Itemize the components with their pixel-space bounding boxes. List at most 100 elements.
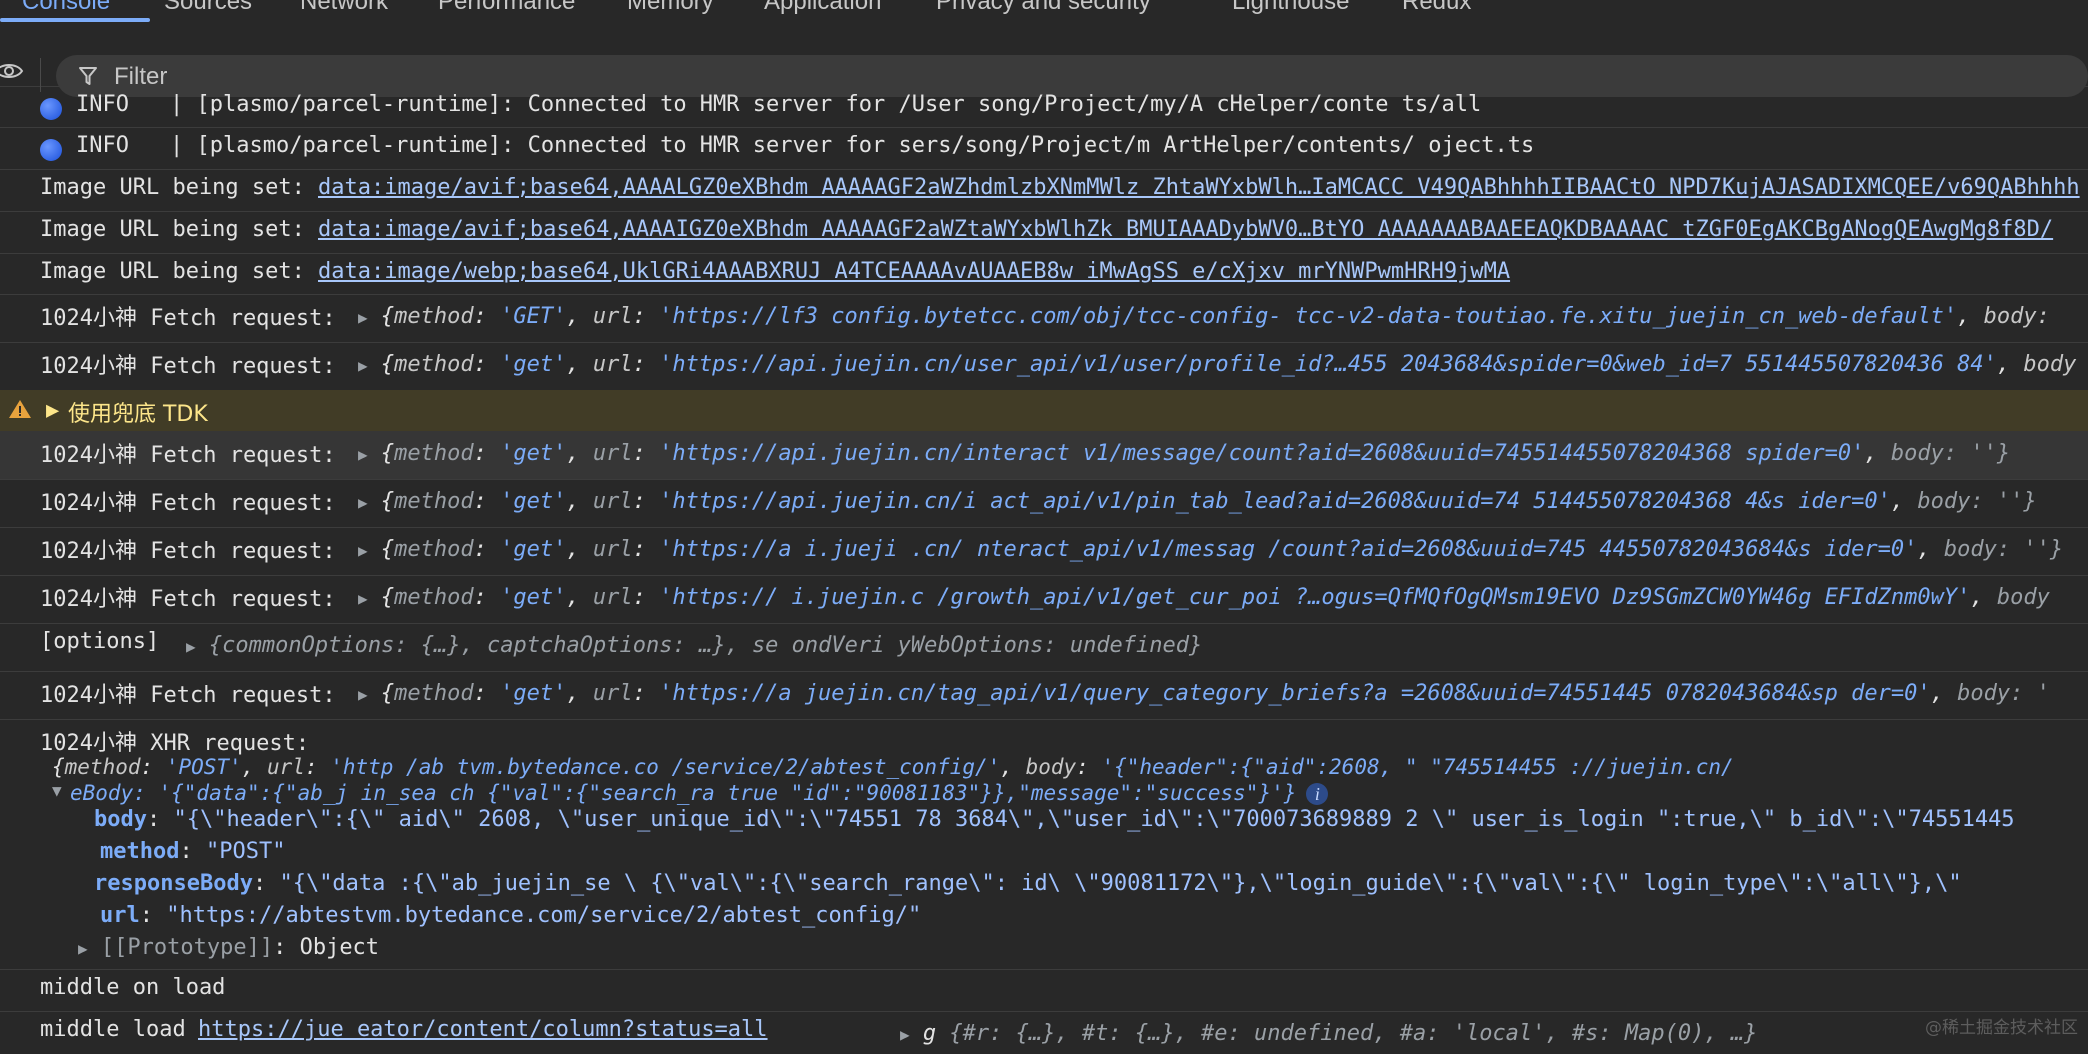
object-preview[interactable]: ▶ {method: 'get', url: 'https:// i.jueji…: [358, 585, 2050, 610]
console-row-fetch: 1024小神 Fetch request: ▶ {method: 'get', …: [0, 342, 2088, 391]
log-prefix: 1024小神 Fetch request:: [40, 354, 336, 379]
body-value: "{\"header\":{\" aid\" 2608, \"user_uniq…: [173, 807, 2015, 832]
expand-triangle-icon[interactable]: ▶: [358, 541, 368, 560]
xhr-summary-line2: eBody: '{"data":{"ab_j in_sea ch {"val":…: [70, 781, 1329, 805]
method-value: 'get': [500, 441, 567, 466]
image-url-link[interactable]: data:image/webp;base64,UklGRi4AAABXRUJ A…: [318, 259, 1510, 284]
summary-body: '{"header":{"aid":2608, " "745514455 ://…: [1101, 755, 1734, 779]
object-preview[interactable]: ▶ {method: 'get', url: 'https://a i.juej…: [358, 537, 2063, 562]
console-row-fetch: 1024小神 Fetch request: ▶ {method: 'get', …: [0, 671, 2088, 720]
image-url-link[interactable]: data:image/avif;base64,AAAALGZ0eXBhdm AA…: [318, 175, 2080, 200]
object-preview[interactable]: ▶ {method: 'get', url: 'https://api.juej…: [358, 352, 2076, 377]
object-preview[interactable]: ▶ {method: 'get', url: 'https://api.juej…: [358, 441, 2010, 466]
body-key: body: ': [1957, 681, 2050, 706]
info-dot-icon: [40, 98, 62, 120]
object-preview[interactable]: ▶ g {#r: {…}, #t: {…}, #e: undefined, #a…: [900, 1021, 1757, 1046]
method-value: 'get': [500, 585, 567, 610]
log-level: INFO: [76, 92, 129, 117]
prop-url: url: "https://abtestvm.bytedance.com/ser…: [100, 903, 922, 928]
log-text: | [plasmo/parcel-runtime]: Connected to …: [170, 92, 1482, 117]
tab-redux[interactable]: Redux: [1402, 0, 1471, 16]
url-value: 'https://api.juejin.cn/i act_api/v1/pin_…: [659, 489, 1891, 514]
method-value: 'get': [500, 489, 567, 514]
tab-memory[interactable]: Memory: [627, 0, 714, 16]
tab-application[interactable]: Application: [764, 0, 881, 16]
tab-console[interactable]: Console: [22, 0, 110, 16]
console-toolbar: [0, 22, 2088, 97]
info-dot-icon: [40, 139, 62, 161]
expand-triangle-icon[interactable]: ▶: [358, 445, 368, 464]
console-row: middle load https://jue eator/content/co…: [0, 1011, 2088, 1054]
tab-sources[interactable]: Sources: [164, 0, 252, 16]
tab-network[interactable]: Network: [300, 0, 388, 16]
object-preview[interactable]: ▶ {method: 'GET', url: 'https://lf3 conf…: [358, 304, 2050, 329]
object-name: g: [922, 1021, 937, 1046]
log-prefix: 1024小神 Fetch request:: [40, 587, 336, 612]
collapse-triangle-icon[interactable]: ▼: [52, 781, 62, 800]
console-row-info: INFO | [plasmo/parcel-runtime]: Connecte…: [0, 86, 2088, 128]
url-value: 'https://api.juejin.cn/user_api/v1/user/…: [659, 352, 1997, 377]
console-row: Image URL being set: data:image/avif;bas…: [0, 211, 2088, 254]
info-icon[interactable]: i: [1306, 783, 1329, 805]
log-prefix: 1024小神 Fetch request:: [40, 491, 336, 516]
method-value: 'get': [500, 537, 567, 562]
method-value: 'GET': [500, 304, 567, 329]
log-prefix: 1024小神 XHR request:: [40, 731, 310, 756]
console-row-fetch: 1024小神 Fetch request: ▶ {method: 'get', …: [0, 431, 2088, 480]
eye-icon[interactable]: [0, 60, 24, 82]
summary-method: 'POST': [165, 755, 242, 779]
log-text: | [plasmo/parcel-runtime]: Connected to …: [170, 133, 1535, 158]
prop-prototype[interactable]: ▶ [[Prototype]]: Object: [78, 935, 379, 960]
summary-response: eBody: '{"data":{"ab_j in_sea ch {"val":…: [70, 781, 1297, 805]
filter-icon: [79, 67, 97, 85]
tab-performance[interactable]: Performance: [438, 0, 575, 16]
console-row: Image URL being set: data:image/webp;bas…: [0, 253, 2088, 295]
console-row-warning: ▶ 使用兜底 TDK: [0, 390, 2088, 432]
log-prefix: 1024小神 Fetch request:: [40, 683, 336, 708]
url-value: 'https://lf3 config.bytetcc.com/obj/tcc-…: [659, 304, 1958, 329]
expand-triangle-icon[interactable]: ▶: [358, 493, 368, 512]
object-preview[interactable]: ▶ {method: 'get', url: 'https://a juejin…: [358, 681, 2050, 706]
log-prefix: Image URL being set:: [40, 259, 305, 284]
expand-triangle-icon[interactable]: ▶: [358, 356, 368, 375]
warning-text: 使用兜底 TDK: [68, 402, 208, 427]
object-preview[interactable]: ▶ {method: 'get', url: 'https://api.juej…: [358, 489, 2037, 514]
object-preview[interactable]: ▶ {commonOptions: {…}, captchaOptions: ……: [186, 633, 1202, 658]
options-object: {commonOptions: {…}, captchaOptions: …},…: [208, 633, 1203, 658]
expand-triangle-icon[interactable]: ▶: [358, 589, 368, 608]
body-key: body: ''}: [1917, 489, 2037, 514]
body-key: body: ''}: [1943, 537, 2064, 562]
url-value: "https://abtestvm.bytedance.com/service/…: [166, 903, 922, 928]
log-text: middle on load: [40, 975, 226, 1000]
devtools-tab-bar: Console Sources Network Performance Memo…: [0, 0, 2088, 22]
console-row-options: [options] ▶ {commonOptions: {…}, captcha…: [0, 623, 2088, 672]
page-url-link[interactable]: https://jue eator/content/column?status=…: [198, 1017, 768, 1042]
expand-triangle-icon[interactable]: ▶: [358, 308, 368, 327]
log-prefix: 1024小神 Fetch request:: [40, 539, 336, 564]
log-prefix: 1024小神 Fetch request:: [40, 306, 336, 331]
log-level: INFO: [76, 133, 129, 158]
expand-triangle-icon[interactable]: ▶: [186, 637, 196, 656]
image-url-link[interactable]: data:image/avif;base64,AAAAIGZ0eXBhdm AA…: [318, 217, 2053, 242]
summary-url: 'http /ab tvm.bytedance.co /service/2/ab…: [330, 755, 1001, 779]
console-row-fetch: 1024小神 Fetch request: ▶ {method: 'get', …: [0, 575, 2088, 624]
xhr-summary[interactable]: {method: 'POST', url: 'http /ab tvm.byte…: [52, 755, 1734, 779]
body-key: body: ''}: [1890, 441, 2011, 466]
log-prefix: 1024小神 Fetch request:: [40, 443, 336, 468]
url-value: 'https://api.juejin.cn/interact v1/messa…: [659, 441, 1865, 466]
expand-triangle-icon[interactable]: ▶: [900, 1025, 910, 1044]
prop-body: body: "{\"header\":{\" aid\" 2608, \"use…: [94, 807, 2015, 832]
expand-triangle-icon[interactable]: ▶: [358, 685, 368, 704]
expand-triangle-icon[interactable]: ▶: [46, 398, 59, 423]
expand-triangle-icon[interactable]: ▶: [78, 939, 88, 958]
response-body-value: "{\"data :{\"ab_juejin_se \ {\"val\":{\"…: [279, 871, 1962, 896]
console-row-fetch: 1024小神 Fetch request: ▶ {method: 'GET', …: [0, 294, 2088, 343]
prop-method: method: "POST": [100, 839, 286, 864]
method-value: 'get': [500, 352, 567, 377]
log-prefix: Image URL being set:: [40, 175, 305, 200]
console-row-fetch: 1024小神 Fetch request: ▶ {method: 'get', …: [0, 479, 2088, 528]
object-value: {#r: {…}, #t: {…}, #e: undefined, #a: 'l…: [949, 1021, 1758, 1046]
tab-lighthouse[interactable]: Lighthouse: [1232, 0, 1349, 16]
log-prefix: middle load: [40, 1017, 186, 1042]
tab-privacy-security[interactable]: Privacy and security: [936, 0, 1151, 16]
